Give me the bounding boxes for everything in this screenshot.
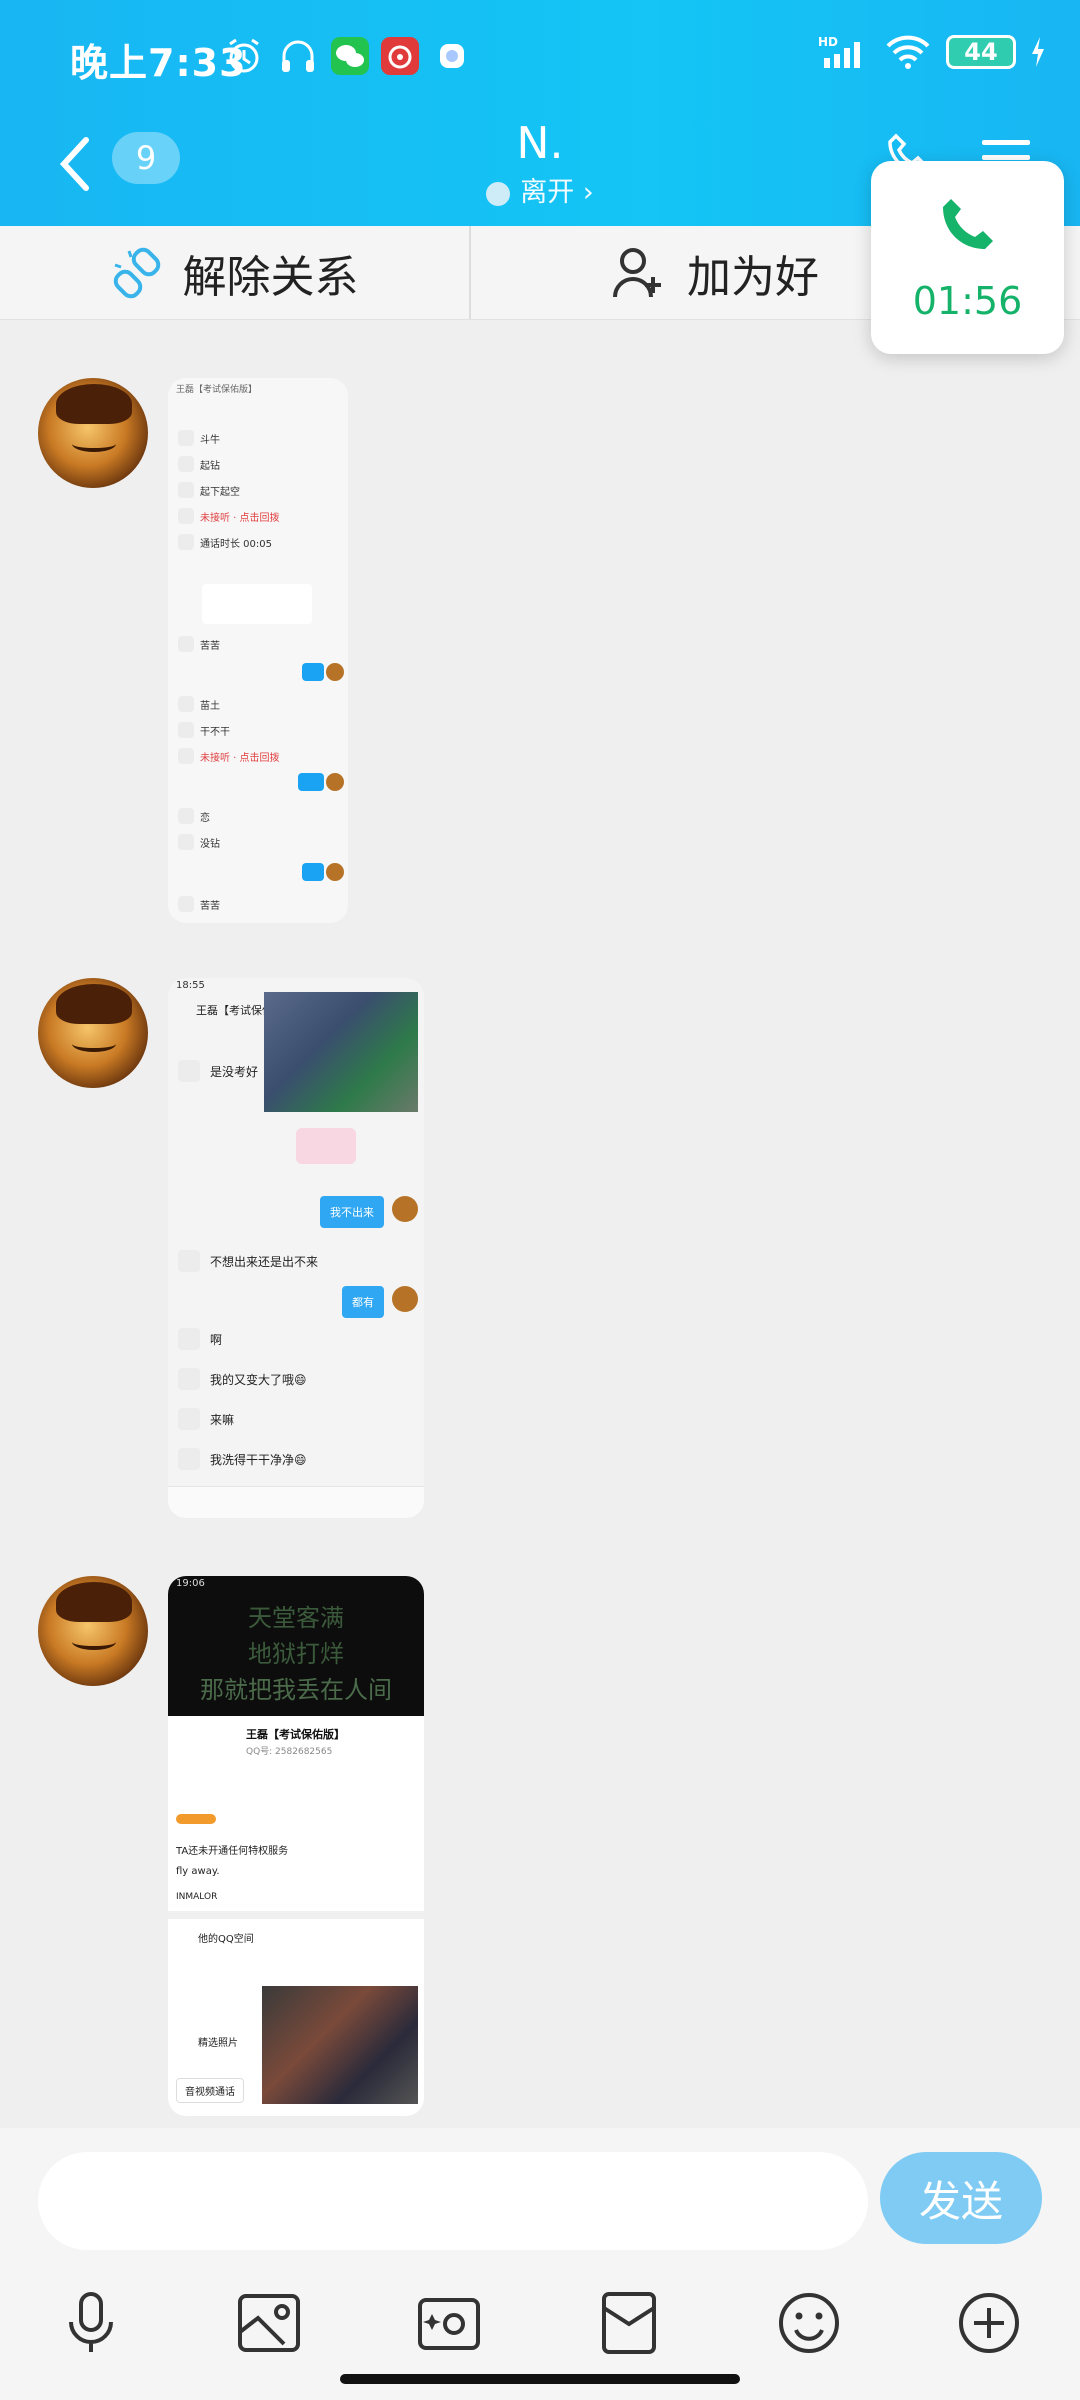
thumb-name: 王磊【考试保佑版】 [246, 1728, 345, 1741]
unlink-icon [113, 247, 160, 298]
thumb-row: 起下起空 [178, 482, 240, 498]
wifi-icon [886, 35, 930, 69]
composer: 发送 [0, 2128, 1080, 2400]
thumb-row: 来嘛 [178, 1408, 234, 1430]
thumb-row: 不想出来还是出不来 [178, 1250, 318, 1272]
status-right: HD 44 [818, 34, 1046, 70]
call-duration: 01:56 [912, 279, 1023, 323]
status-time: 晚上7:33 [70, 41, 247, 85]
thumb-row: 恋 [178, 808, 210, 824]
thumb-status-time: 18:55 [176, 980, 205, 991]
emoji-icon[interactable] [774, 2288, 844, 2358]
thumb-reply: 我不出来 [320, 1196, 384, 1228]
thumb-row: 我的又变大了哦😄 [178, 1368, 307, 1390]
banner-line: 地狱打烊 [248, 1640, 344, 1668]
clock-icon [486, 181, 511, 206]
avatar[interactable] [38, 1576, 148, 1686]
wechat-icon [331, 37, 369, 75]
banner-line: 天堂客满 [248, 1604, 344, 1632]
thumb-badge [176, 1814, 216, 1824]
phone-icon [943, 199, 993, 249]
composer-toolbar [0, 2288, 1080, 2368]
thumb-reply: 都有 [342, 1286, 384, 1318]
thumb-row: 没钻 [178, 834, 220, 850]
thumb-avatar [392, 1196, 418, 1222]
thumb-row: 斗牛 [178, 430, 220, 446]
thumb-row: 啊 [178, 1328, 222, 1350]
thumb-item: fly away. [176, 1866, 220, 1877]
thumb-reply [298, 773, 324, 791]
presence-label: 离开 › [520, 177, 594, 208]
thumb-reply [302, 663, 324, 681]
red-packet-icon[interactable] [594, 2288, 664, 2358]
thumb-pixelated-image [264, 992, 418, 1112]
network-label: HD [818, 35, 838, 49]
avatar[interactable] [38, 978, 148, 1088]
camera-icon[interactable] [414, 2288, 484, 2358]
thumb-row: 起钻 [178, 456, 220, 472]
thumb-item: 音视频通话 [176, 2078, 244, 2103]
send-button[interactable]: 发送 [880, 2152, 1042, 2244]
thumb-qq: QQ号: 2582682565 [246, 1747, 333, 1757]
signal-icon: HD [818, 35, 860, 68]
netease-music-icon [381, 37, 419, 75]
app-notification-icon [440, 44, 464, 68]
battery-indicator: 44 [946, 35, 1016, 69]
thumb-row: 是没考好 [178, 1060, 258, 1082]
charging-icon [1032, 37, 1044, 67]
thumb-row: 未接听 · 点击回拨 [178, 748, 280, 764]
thumb-sticker [296, 1128, 356, 1164]
headset-icon [282, 40, 314, 72]
microphone-icon[interactable] [56, 2288, 126, 2358]
remove-relation-button[interactable]: 解除关系 [0, 226, 469, 319]
thumb-row: 我洗得干干净净😄 [178, 1448, 307, 1470]
thumb-status-time: 19:06 [176, 1578, 205, 1589]
banner-line: 那就把我丢在人间 [200, 1676, 392, 1704]
thumb-avatar [326, 773, 344, 791]
home-indicator[interactable] [340, 2374, 740, 2384]
thumb-item: INMALOR [176, 1892, 218, 1902]
avatar[interactable] [38, 378, 148, 488]
add-user-icon [613, 247, 661, 297]
thumb-item: 精选照片 [198, 2038, 238, 2049]
thumb-divider [168, 1911, 424, 1919]
screenshot-thumbnail[interactable]: 王磊【考试保佑版】 斗牛 起钻 起下起空 未接听 · 点击回拨 通话时长 00:… [168, 378, 348, 923]
thumb-card [202, 584, 312, 624]
remove-relation-label: 解除关系 [182, 251, 359, 303]
status-bar: 晚上7:33 HD 44 [0, 0, 1080, 118]
screenshot-thumbnail[interactable]: 18:55 王磊【考试保佑版】 是没考好 我不出来 不想出来还是出不来 都有 啊… [168, 978, 424, 1518]
thumb-input-bar [168, 1486, 424, 1518]
message-input[interactable] [38, 2152, 868, 2250]
thumb-row: 苦苦 [178, 636, 220, 652]
thumb-header: 王磊【考试保佑版】 [176, 385, 258, 395]
thumb-item: 他的QQ空间 [198, 1934, 254, 1945]
thumb-reply [302, 863, 324, 881]
thumb-row: 苦苦 [178, 896, 220, 912]
image-icon[interactable] [234, 2288, 304, 2358]
thumb-item: TA还未开通任何特权服务 [176, 1846, 289, 1857]
thumb-row: 通话时长 00:05 [178, 534, 272, 550]
thumb-avatar [326, 863, 344, 881]
thumb-banner: 19:06 天堂客满 地狱打烊 那就把我丢在人间 [168, 1576, 424, 1716]
thumb-avatar [392, 1286, 418, 1312]
thumb-photo [262, 1986, 418, 2104]
thumb-row: 干不干 [178, 722, 230, 738]
thumb-row: 苗土 [178, 696, 220, 712]
screenshot-thumbnail[interactable]: 19:06 天堂客满 地狱打烊 那就把我丢在人间 王磊【考试保佑版】 QQ号: … [168, 1576, 424, 2116]
thumb-avatar [326, 663, 344, 681]
add-friend-label: 加为好 [687, 251, 819, 303]
ongoing-call-widget[interactable]: 01:56 [871, 161, 1064, 354]
alarm-icon [229, 38, 259, 73]
plus-icon[interactable] [954, 2288, 1024, 2358]
thumb-row: 未接听 · 点击回拨 [178, 508, 280, 524]
